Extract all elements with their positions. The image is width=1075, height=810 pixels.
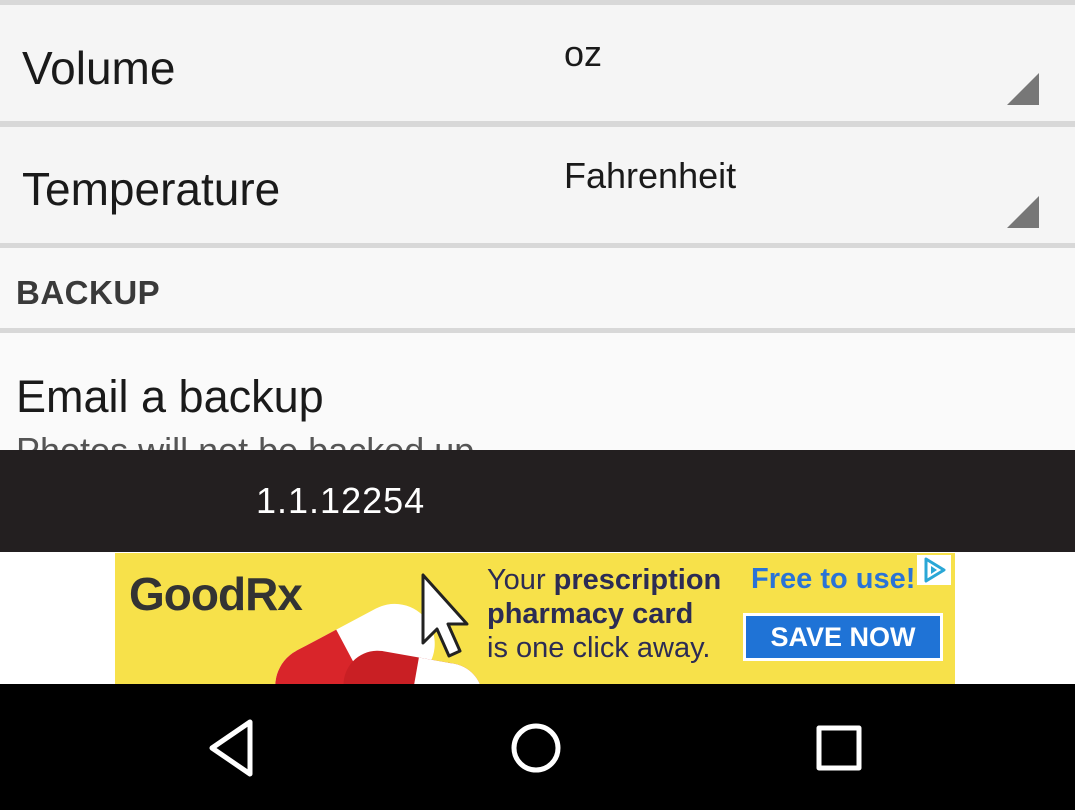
- ad-banner[interactable]: GoodRx Your prescription pharmacy card i…: [115, 553, 955, 684]
- dropdown-arrow-icon[interactable]: [1007, 196, 1039, 228]
- section-header-backup: BACKUP: [16, 274, 161, 311]
- email-backup-subtitle: Photos will not be backed up: [16, 430, 474, 450]
- version-bar: [0, 450, 1075, 552]
- ad-tagline: Free to use!: [751, 563, 916, 595]
- back-icon[interactable]: [200, 716, 264, 780]
- email-backup-row[interactable]: Email a backup Photos will not be backed…: [0, 333, 1075, 450]
- home-icon[interactable]: [505, 717, 567, 779]
- ad-copy-line3: is one click away.: [487, 632, 711, 664]
- volume-label: Volume: [22, 42, 176, 94]
- ad-copy-line2: pharmacy card: [487, 598, 694, 630]
- save-now-label: SAVE NOW: [770, 621, 916, 652]
- ad-brand-logo: GoodRx: [129, 568, 303, 620]
- email-backup-label: Email a backup: [16, 371, 324, 422]
- ad-copy-line1-bold: prescription: [553, 564, 722, 596]
- version-text: 1.1.12254: [256, 480, 426, 521]
- backup-section: [0, 248, 1075, 328]
- ad-copy: Your prescription pharmacy card is one c…: [487, 563, 721, 665]
- temperature-value[interactable]: Fahrenheit: [564, 155, 736, 197]
- recents-icon[interactable]: [808, 717, 870, 779]
- temperature-row[interactable]: Temperature Fahrenheit: [0, 127, 1075, 243]
- volume-row[interactable]: Volume oz: [0, 5, 1075, 121]
- volume-value[interactable]: oz: [564, 33, 602, 75]
- adchoices-icon[interactable]: [917, 555, 951, 585]
- temperature-label: Temperature: [22, 163, 281, 215]
- save-now-button[interactable]: SAVE NOW: [743, 613, 943, 661]
- dropdown-arrow-icon[interactable]: [1007, 73, 1039, 105]
- ad-copy-line1-prefix: Your: [487, 564, 554, 596]
